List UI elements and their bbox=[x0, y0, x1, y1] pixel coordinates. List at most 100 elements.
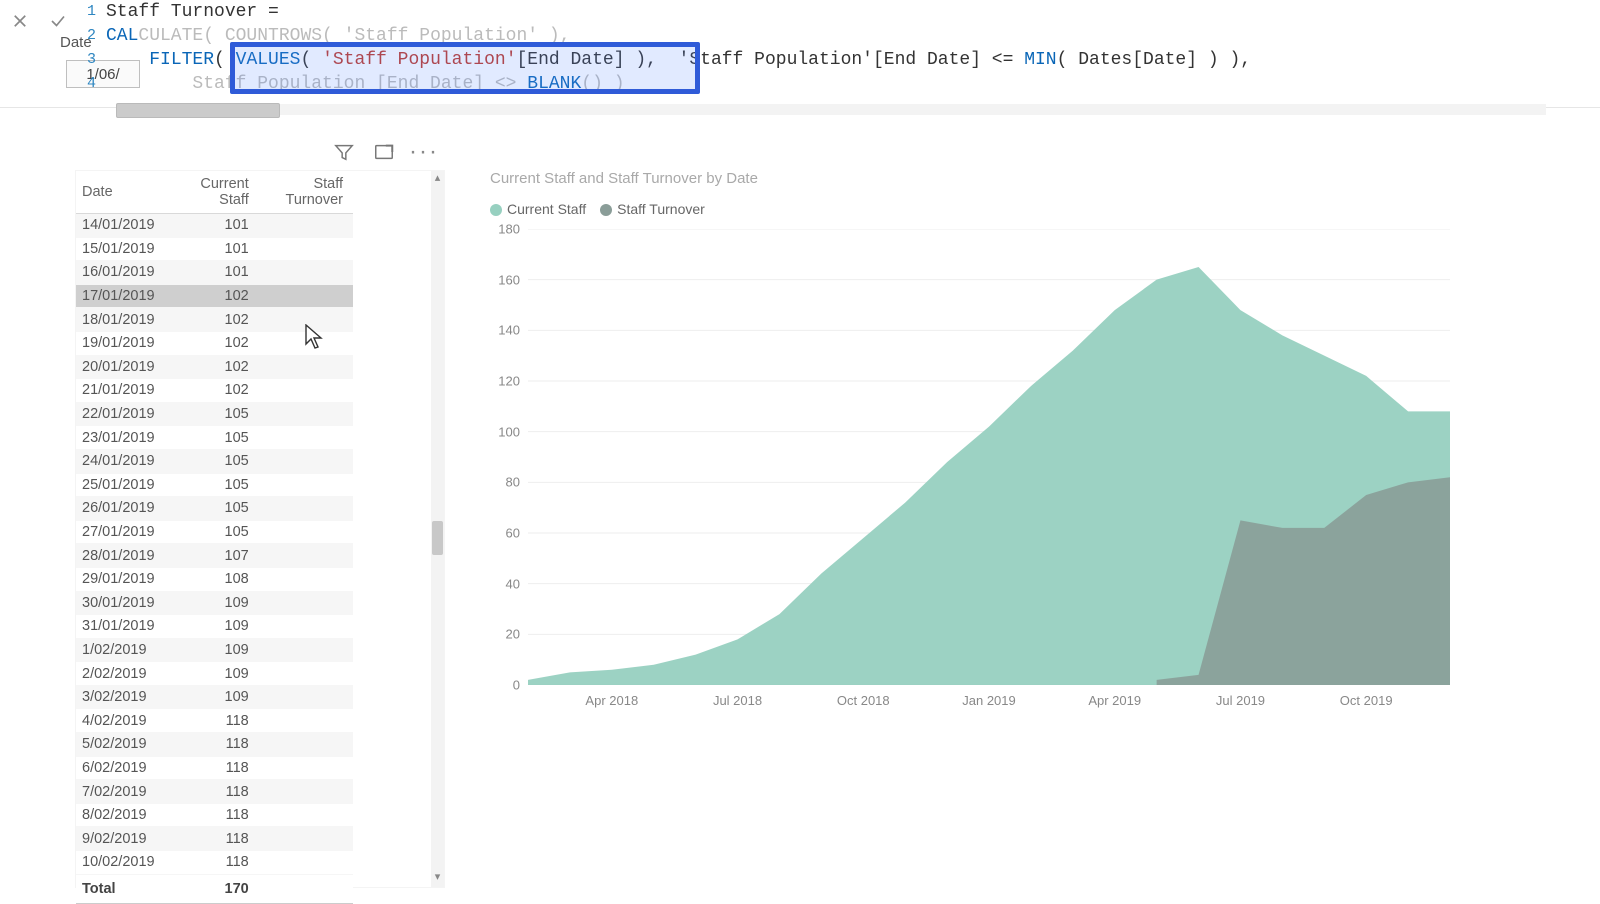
table-row[interactable]: 10/02/2019118 bbox=[76, 851, 353, 875]
formula-bar: Date 1/06/ 1Staff Turnover = 2CALCULATE(… bbox=[0, 0, 1600, 108]
cell-date: 27/01/2019 bbox=[76, 520, 170, 544]
table-row[interactable]: 27/01/2019105 bbox=[76, 520, 353, 544]
cell-turnover bbox=[259, 308, 353, 332]
table-row[interactable]: 21/01/2019102 bbox=[76, 379, 353, 403]
table-row[interactable]: 31/01/2019109 bbox=[76, 615, 353, 639]
cell-turnover bbox=[259, 473, 353, 497]
formula-hscroll-track[interactable] bbox=[116, 104, 1546, 115]
table-row[interactable]: 24/01/2019105 bbox=[76, 449, 353, 473]
y-tick: 120 bbox=[490, 374, 520, 389]
cell-date: 17/01/2019 bbox=[76, 284, 170, 308]
table-row[interactable]: 3/02/2019109 bbox=[76, 685, 353, 709]
y-tick: 0 bbox=[490, 678, 520, 693]
table-row[interactable]: 8/02/2019118 bbox=[76, 803, 353, 827]
cell-date: 16/01/2019 bbox=[76, 261, 170, 285]
table-row[interactable]: 23/01/2019105 bbox=[76, 426, 353, 450]
table-row[interactable]: 5/02/2019118 bbox=[76, 733, 353, 757]
table-vscroll[interactable]: ▴ ▾ bbox=[431, 171, 444, 887]
table-row[interactable]: 17/01/2019102 bbox=[76, 284, 353, 308]
y-tick: 40 bbox=[490, 576, 520, 591]
cell-turnover bbox=[259, 567, 353, 591]
cell-date: 15/01/2019 bbox=[76, 237, 170, 261]
dax-blank: BLANK bbox=[527, 72, 581, 96]
table-row[interactable]: 29/01/2019108 bbox=[76, 567, 353, 591]
cell-turnover bbox=[259, 237, 353, 261]
cell-turnover bbox=[259, 379, 353, 403]
cell-turnover bbox=[259, 851, 353, 875]
table-row[interactable]: 16/01/2019101 bbox=[76, 261, 353, 285]
formula-accept-button[interactable] bbox=[44, 7, 72, 35]
chart-title: Current Staff and Staff Turnover by Date bbox=[490, 170, 1470, 187]
formula-hscroll-thumb[interactable] bbox=[116, 103, 280, 118]
cell-current: 102 bbox=[170, 308, 259, 332]
table-row[interactable]: 30/01/2019109 bbox=[76, 591, 353, 615]
cell-turnover bbox=[259, 520, 353, 544]
data-table-visual[interactable]: Date Current Staff Staff Turnover 14/01/… bbox=[75, 170, 445, 888]
cell-date: 4/02/2019 bbox=[76, 709, 170, 733]
y-tick: 60 bbox=[490, 526, 520, 541]
cell-date: 14/01/2019 bbox=[76, 214, 170, 238]
col-date[interactable]: Date bbox=[76, 171, 170, 214]
cell-turnover bbox=[259, 355, 353, 379]
formula-cancel-button[interactable] bbox=[6, 7, 34, 35]
table-row[interactable]: 20/01/2019102 bbox=[76, 355, 353, 379]
table-row[interactable]: 22/01/2019105 bbox=[76, 402, 353, 426]
y-tick: 100 bbox=[490, 424, 520, 439]
scroll-up-icon[interactable]: ▴ bbox=[431, 173, 444, 186]
cell-current: 118 bbox=[170, 709, 259, 733]
cell-current: 105 bbox=[170, 473, 259, 497]
table-row[interactable]: 19/01/2019102 bbox=[76, 331, 353, 355]
cell-date: 6/02/2019 bbox=[76, 756, 170, 780]
y-tick: 140 bbox=[490, 323, 520, 338]
table-header-row: Date Current Staff Staff Turnover bbox=[76, 171, 353, 214]
x-tick: Jan 2019 bbox=[962, 693, 1016, 708]
table-vscroll-thumb[interactable] bbox=[432, 521, 443, 555]
cell-turnover bbox=[259, 426, 353, 450]
focus-icon bbox=[373, 141, 395, 163]
table-row[interactable]: 1/02/2019109 bbox=[76, 638, 353, 662]
more-options-button[interactable]: ··· bbox=[412, 140, 436, 164]
table-row[interactable]: 7/02/2019118 bbox=[76, 780, 353, 804]
cell-current: 102 bbox=[170, 331, 259, 355]
dax-editor[interactable]: 1Staff Turnover = 2CALCULATE( COUNTROWS(… bbox=[78, 0, 1600, 96]
x-tick: Oct 2018 bbox=[837, 693, 890, 708]
total-label: Total bbox=[76, 874, 170, 903]
col-current-staff[interactable]: Current Staff bbox=[170, 171, 259, 214]
cell-turnover bbox=[259, 284, 353, 308]
table-row[interactable]: 15/01/2019101 bbox=[76, 237, 353, 261]
table-row[interactable]: 4/02/2019118 bbox=[76, 709, 353, 733]
table-row[interactable]: 26/01/2019105 bbox=[76, 497, 353, 521]
table-row[interactable]: 25/01/2019105 bbox=[76, 473, 353, 497]
cell-turnover bbox=[259, 685, 353, 709]
cell-current: 101 bbox=[170, 261, 259, 285]
table-row[interactable]: 18/01/2019102 bbox=[76, 308, 353, 332]
filter-button[interactable] bbox=[332, 140, 356, 164]
cell-turnover bbox=[259, 497, 353, 521]
data-table: Date Current Staff Staff Turnover 14/01/… bbox=[76, 171, 353, 904]
more-icon: ··· bbox=[409, 147, 439, 157]
legend-staff-turnover[interactable]: Staff Turnover bbox=[600, 201, 705, 217]
area-chart-visual[interactable]: Current Staff and Staff Turnover by Date… bbox=[490, 170, 1470, 770]
cell-turnover bbox=[259, 638, 353, 662]
scroll-down-icon[interactable]: ▾ bbox=[431, 872, 444, 885]
legend-current-staff[interactable]: Current Staff bbox=[490, 201, 586, 217]
cell-current: 109 bbox=[170, 638, 259, 662]
cell-turnover bbox=[259, 827, 353, 851]
table-row[interactable]: 9/02/2019118 bbox=[76, 827, 353, 851]
x-tick: Apr 2018 bbox=[585, 693, 638, 708]
total-turnover bbox=[259, 874, 353, 903]
table-row[interactable]: 2/02/2019109 bbox=[76, 662, 353, 686]
table-row[interactable]: 14/01/2019101 bbox=[76, 214, 353, 238]
focus-mode-button[interactable] bbox=[372, 140, 396, 164]
cell-date: 9/02/2019 bbox=[76, 827, 170, 851]
cell-date: 3/02/2019 bbox=[76, 685, 170, 709]
dax-calculate: CAL bbox=[106, 24, 138, 48]
cell-date: 10/02/2019 bbox=[76, 851, 170, 875]
table-row[interactable]: 28/01/2019107 bbox=[76, 544, 353, 568]
cell-current: 101 bbox=[170, 237, 259, 261]
cell-current: 109 bbox=[170, 615, 259, 639]
table-row[interactable]: 6/02/2019118 bbox=[76, 756, 353, 780]
col-staff-turnover[interactable]: Staff Turnover bbox=[259, 171, 353, 214]
cell-current: 109 bbox=[170, 662, 259, 686]
y-tick: 160 bbox=[490, 272, 520, 287]
